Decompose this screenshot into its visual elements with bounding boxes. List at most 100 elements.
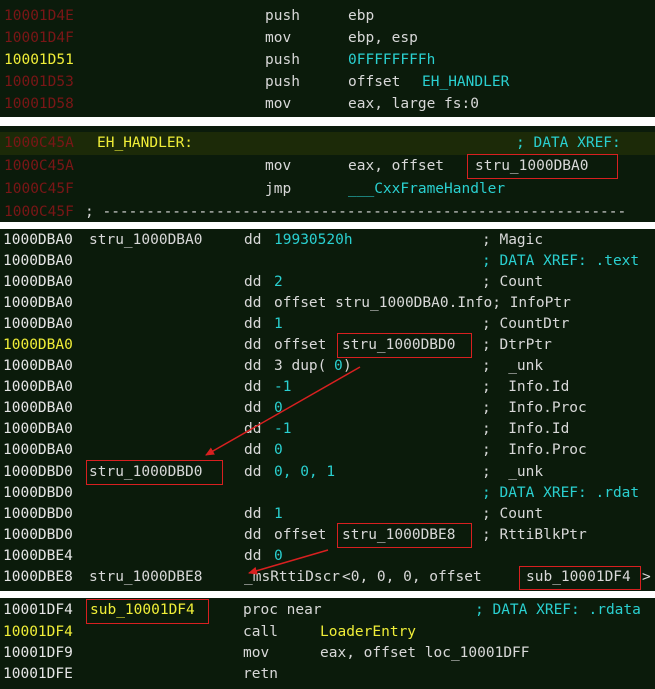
value-with-comment: offset stru_1000DBA0.Info; InfoPtr — [274, 295, 571, 311]
separator-comment: ; --------------------------------------… — [85, 204, 627, 220]
code-line[interactable]: 1000C45F jmp ___CxxFrameHandler — [0, 178, 655, 201]
operand-symbol[interactable]: ___CxxFrameHandler — [348, 178, 505, 201]
operand-prefix: eax, offset — [348, 158, 453, 174]
data-line[interactable]: 1000DBA0 dd 1 ; CountDtr — [0, 314, 655, 335]
directive: dd — [244, 548, 262, 564]
directive: _msRttiDscr — [244, 569, 341, 585]
code-line[interactable]: 10001D4F mov ebp, esp — [0, 27, 655, 50]
address: 1000DBE4 — [3, 548, 73, 564]
data-line[interactable]: 1000DBA0 dd offset stru_1000DBD0 ; DtrPt… — [0, 335, 655, 356]
disassembly-panel-eh-handler: 1000C45A EH_HANDLER: ; DATA XREF: 1000C4… — [0, 126, 655, 222]
address: 1000DBA0 — [3, 421, 73, 437]
value-suffix: ) — [343, 358, 352, 374]
mnemonic: jmp — [265, 181, 292, 197]
operand-prefix: offset — [348, 74, 410, 90]
operand: ebp — [348, 8, 375, 24]
data-line[interactable]: 1000DBA0 stru_1000DBA0 dd 19930520h ; Ma… — [0, 230, 655, 251]
proc-label[interactable]: sub_10001DF4 — [90, 600, 195, 621]
code-line-label[interactable]: 1000C45A EH_HANDLER: ; DATA XREF: — [0, 132, 655, 155]
data-line[interactable]: 1000DBA0 dd 2 ; Count — [0, 272, 655, 293]
value: 0 — [334, 358, 343, 374]
directive: dd — [244, 400, 262, 416]
data-line[interactable]: 1000DBA0 dd 3 dup( 0 ) ; _unk — [0, 356, 655, 377]
address: 10001DF4 — [3, 602, 73, 618]
label[interactable]: stru_1000DBD0 — [89, 462, 203, 483]
data-line[interactable]: 1000DBD0 dd offset stru_1000DBE8 ; RttiB… — [0, 525, 655, 546]
data-line[interactable]: 1000DBA0 ; DATA XREF: .text — [0, 251, 655, 272]
directive: dd — [244, 358, 262, 374]
value-symbol[interactable]: stru_1000DBE8 — [342, 525, 456, 546]
data-line[interactable]: 1000DBA0 dd 0 ; Info.Proc — [0, 398, 655, 419]
xref-comment[interactable]: ; DATA XREF: .rdata — [475, 600, 641, 621]
address: 1000DBA0 — [3, 358, 73, 374]
code-line[interactable]: 10001DF4 sub_10001DF4 proc near ; DATA X… — [0, 600, 655, 621]
address: 1000C45A — [4, 135, 74, 151]
xref-comment[interactable]: ; DATA XREF: — [516, 132, 621, 155]
data-line[interactable]: 1000DBA0 dd 0 ; Info.Proc — [0, 440, 655, 461]
data-line[interactable]: 1000DBE4 dd 0 — [0, 546, 655, 567]
data-line[interactable]: 1000DBA0 dd -1 ; Info.Id — [0, 377, 655, 398]
value-symbol[interactable]: stru_1000DBD0 — [342, 335, 456, 356]
mnemonic: mov — [265, 158, 292, 174]
data-line[interactable]: 1000DBD0 ; DATA XREF: .rdat — [0, 483, 655, 504]
operand: eax, offset loc_10001DFF — [320, 645, 530, 661]
mnemonic: push — [265, 8, 300, 24]
data-line[interactable]: 1000DBD0 dd 1 ; Count — [0, 504, 655, 525]
value-suffix: > — [642, 569, 651, 585]
directive: dd — [244, 442, 262, 458]
disassembly-panel-sub: 10001DF4 sub_10001DF4 proc near ; DATA X… — [0, 598, 655, 689]
code-line[interactable]: 10001D51 push 0FFFFFFFFh — [0, 49, 655, 72]
comment: ; DtrPtr — [482, 337, 552, 353]
data-line[interactable]: 1000DBA0 dd -1 ; Info.Id — [0, 419, 655, 440]
operand: ebp, esp — [348, 30, 418, 46]
comment: ; CountDtr — [482, 316, 570, 332]
directive: dd — [244, 274, 262, 290]
directive: dd — [244, 295, 262, 311]
value-symbol[interactable]: sub_10001DF4 — [526, 567, 631, 588]
code-line[interactable]: 10001D58 mov eax, large fs:0 — [0, 93, 655, 116]
mnemonic: push — [265, 74, 300, 90]
value: 19930520h — [274, 232, 353, 248]
directive: dd — [244, 316, 262, 332]
comment: ; Count — [482, 506, 544, 522]
comment: ; Info.Proc — [482, 400, 587, 416]
value-prefix: offset — [274, 337, 327, 353]
data-line[interactable]: 1000DBD0 stru_1000DBD0 dd 0, 0, 1 ; _unk — [0, 462, 655, 483]
data-line[interactable]: 1000DBE8 stru_1000DBE8 _msRttiDscr <0, 0… — [0, 567, 655, 588]
label[interactable]: stru_1000DBE8 — [89, 567, 203, 588]
code-line[interactable]: 1000C45A mov eax, offset stru_1000DBA0 — [0, 155, 655, 178]
value: 0 — [274, 548, 283, 564]
directive: dd — [244, 527, 262, 543]
code-line[interactable]: 10001DF9 mov eax, offset loc_10001DFF — [0, 643, 655, 664]
label[interactable]: EH_HANDLER: — [97, 132, 193, 155]
address: 1000DBD0 — [3, 527, 73, 543]
mnemonic: mov — [265, 96, 292, 112]
address: 10001D51 — [4, 52, 74, 68]
xref-comment[interactable]: ; DATA XREF: .text — [482, 251, 639, 272]
data-line[interactable]: 1000DBA0 dd offset stru_1000DBA0.Info; I… — [0, 293, 655, 314]
code-line[interactable]: 10001DFE retn — [0, 664, 655, 685]
call-target[interactable]: LoaderEntry — [320, 622, 416, 643]
label[interactable]: stru_1000DBA0 — [89, 230, 203, 251]
operand-symbol[interactable]: stru_1000DBA0 — [475, 155, 589, 178]
directive: dd — [244, 337, 262, 353]
mnemonic: mov — [265, 30, 292, 46]
mnemonic: mov — [243, 645, 270, 661]
disassembly-panel-prologue: 10001D4E push ebp 10001D4F mov ebp, esp … — [0, 0, 655, 117]
operand-symbol[interactable]: EH_HANDLER — [422, 71, 509, 94]
directive: dd — [244, 232, 262, 248]
address: 10001DF9 — [3, 645, 73, 661]
code-line[interactable]: 10001DF4 call LoaderEntry — [0, 622, 655, 643]
address: 10001D4E — [4, 8, 74, 24]
value: -1 — [274, 421, 292, 437]
code-line[interactable]: 10001D4E push ebp — [0, 5, 655, 28]
xref-comment[interactable]: ; DATA XREF: .rdat — [482, 483, 639, 504]
address: 1000DBA0 — [3, 253, 73, 269]
address: 1000DBD0 — [3, 506, 73, 522]
code-line[interactable]: 10001D53 push offset EH_HANDLER — [0, 71, 655, 94]
value: -1 — [274, 379, 292, 395]
value-prefix: offset — [274, 527, 327, 543]
directive: dd — [244, 464, 262, 480]
address: 10001D4F — [4, 30, 74, 46]
comment: ; Info.Proc — [482, 442, 587, 458]
